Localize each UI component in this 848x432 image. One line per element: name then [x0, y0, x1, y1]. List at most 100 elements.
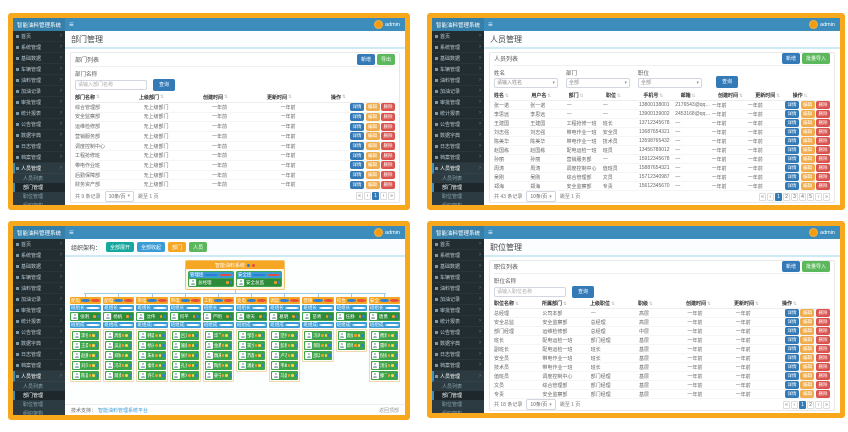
member-node[interactable]: 冯军 [105, 361, 132, 370]
sidebar-item[interactable]: 人员管理 › 人员列表部门管理职位管理组织架构 [432, 163, 484, 205]
back-to-top-link[interactable]: 返回顶部 [379, 407, 399, 414]
delete-button[interactable]: 删除 [816, 309, 830, 317]
sidebar-subitem[interactable]: 人员列表 [432, 174, 484, 183]
view-button[interactable]: 详情 [785, 164, 799, 172]
org-root-group[interactable]: 安全团队 安全总监 [236, 271, 282, 287]
page-size-select[interactable]: 10条/页▾ [105, 191, 134, 202]
group-node[interactable]: 班组长 [170, 305, 201, 311]
sidebar-item[interactable]: 加油记录 › [13, 294, 65, 305]
delete-button[interactable]: 删除 [816, 327, 830, 335]
member-node[interactable]: 彭程 [271, 341, 298, 350]
sidebar-item[interactable]: 基础数据 › [432, 261, 484, 272]
sidebar-subitem[interactable]: 职位管理 [432, 192, 484, 201]
edit-button[interactable]: 编辑 [801, 146, 815, 154]
delete-button[interactable]: 删除 [816, 354, 830, 362]
edit-button[interactable]: 编辑 [801, 173, 815, 181]
sidebar-item[interactable]: 日志管理 › [13, 141, 65, 152]
member-node[interactable]: 杨光 [138, 341, 165, 350]
legend-chip[interactable]: 全部收起 [137, 242, 165, 252]
delete-button[interactable]: 删除 [816, 336, 830, 344]
group-node[interactable]: 班组长 [302, 305, 333, 311]
member-node[interactable]: 雷鸣 [371, 341, 398, 350]
sidebar-item[interactable]: 油料管理 › [432, 283, 484, 294]
menu-toggle-icon[interactable]: ≡ [69, 229, 74, 237]
sort-icon[interactable]: ⇅ [288, 94, 292, 100]
leader-node[interactable]: 葛明 [269, 312, 300, 321]
edit-button[interactable]: 编辑 [801, 101, 815, 109]
group-node[interactable]: 班组长 [236, 305, 267, 311]
sidebar-item[interactable]: 审批管理 › [432, 97, 484, 108]
sort-icon[interactable]: ⇅ [793, 301, 797, 307]
sidebar-subitem[interactable]: 职位管理 [13, 192, 65, 201]
sidebar-item[interactable]: 日志管理 › [432, 141, 484, 152]
member-node[interactable]: 金鑫 [205, 341, 232, 350]
member-node[interactable]: 韦峰 [271, 361, 298, 370]
group-node[interactable]: 班组长 [203, 305, 234, 311]
sidebar-subitem[interactable]: 部门管理 [13, 391, 65, 400]
delete-button[interactable]: 删除 [381, 181, 395, 189]
sort-icon[interactable]: ⇅ [96, 94, 100, 100]
member-node[interactable]: 卢东 [271, 351, 298, 360]
department-node[interactable]: 带电作业一班 [136, 297, 167, 304]
leader-node[interactable]: 杨帆 [103, 312, 134, 321]
sort-icon[interactable]: ⇅ [580, 93, 584, 99]
department-node[interactable]: 调度自动化班 [269, 297, 300, 304]
sidebar-item[interactable]: 档案管理 › [13, 152, 65, 163]
department-node[interactable]: 配电运检一班 [70, 297, 101, 304]
group-node[interactable]: 班组成员 [203, 322, 234, 328]
sort-icon[interactable]: ⇅ [515, 301, 519, 307]
department-node[interactable]: 变电运维班 [236, 297, 267, 304]
page-size-select[interactable]: 10条/页▾ [526, 191, 555, 202]
view-button[interactable]: 详情 [785, 155, 799, 163]
sort-icon[interactable]: ⇅ [649, 301, 653, 307]
legend-chip[interactable]: 人员 [189, 242, 207, 252]
sidebar-subitem[interactable]: 职位管理 [13, 400, 65, 409]
sidebar-subitem[interactable]: 部门管理 [432, 391, 484, 400]
member-node[interactable]: 蔡明 [338, 341, 365, 350]
delete-button[interactable]: 删除 [816, 146, 830, 154]
member-node[interactable]: 朱峰 [138, 351, 165, 360]
group-node[interactable]: 班组成员 [369, 322, 400, 328]
page-button[interactable]: 2 [783, 193, 790, 201]
member-node[interactable]: 倪虹 [371, 351, 398, 360]
page-button[interactable]: 3 [791, 193, 798, 201]
member-node[interactable]: 滕飞 [371, 371, 398, 380]
edit-button[interactable]: 编辑 [366, 132, 380, 140]
delete-button[interactable]: 删除 [816, 345, 830, 353]
member-node[interactable]: 冯鸣 [304, 331, 331, 340]
sidebar-item[interactable]: 加油记录 › [432, 294, 484, 305]
view-button[interactable]: 详情 [785, 182, 799, 190]
leader-node[interactable]: 谢天 [236, 312, 267, 321]
sidebar-item[interactable]: 公告管理 › [13, 327, 65, 338]
username[interactable]: admin [385, 230, 400, 236]
edit-button[interactable]: 编辑 [366, 103, 380, 111]
view-button[interactable]: 详情 [785, 390, 799, 398]
username[interactable]: admin [385, 22, 400, 28]
group-node[interactable]: 班组成员 [70, 322, 101, 328]
page-button[interactable]: » [388, 192, 395, 200]
edit-button[interactable]: 编辑 [366, 142, 380, 150]
delete-button[interactable]: 删除 [816, 119, 830, 127]
member-node[interactable]: 秦明 [138, 361, 165, 370]
member-node[interactable]: 周健 [105, 331, 132, 340]
delete-button[interactable]: 删除 [381, 171, 395, 179]
member-node[interactable]: 范伟 [271, 331, 298, 340]
sidebar-item[interactable]: 日志管理 › [13, 349, 65, 360]
member-node[interactable]: 王磊 [72, 341, 99, 350]
edit-button[interactable]: 编辑 [366, 152, 380, 160]
sidebar-subitem[interactable]: 组织架构 [13, 409, 65, 415]
group-node[interactable]: 班组成员 [302, 322, 333, 328]
filter-control[interactable]: 请输入姓名▾ [494, 78, 558, 88]
page-button[interactable]: ‹ [791, 401, 798, 409]
group-node[interactable]: 班组长 [336, 305, 367, 311]
member-node[interactable]: 曹冲 [172, 371, 199, 380]
sidebar-subitem[interactable]: 职位管理 [432, 400, 484, 409]
sidebar-item[interactable]: 数据字典 › [432, 130, 484, 141]
legend-chip[interactable]: 全部展开 [106, 242, 134, 252]
group-node[interactable]: 班组长 [269, 305, 300, 311]
department-node[interactable]: 营销计量班 [302, 297, 333, 304]
sidebar-item[interactable]: 基础数据 › [13, 53, 65, 64]
username[interactable]: admin [820, 230, 835, 236]
sort-icon[interactable]: ⇅ [755, 301, 759, 307]
edit-button[interactable]: 编辑 [366, 123, 380, 131]
